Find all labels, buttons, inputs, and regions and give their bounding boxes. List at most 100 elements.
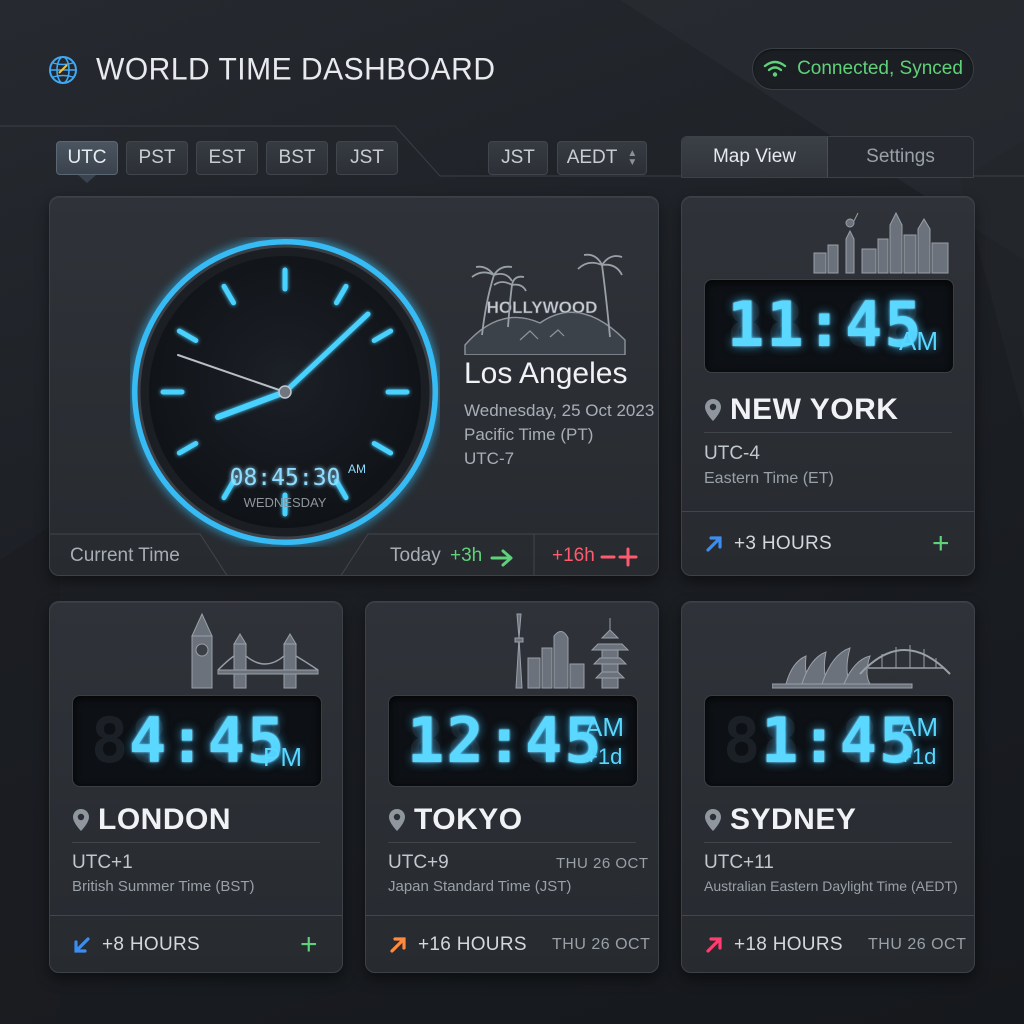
sydney-digital-display: 88:88 1:45 AM +1d [704, 695, 954, 787]
wifi-icon [763, 60, 787, 77]
london-zone: British Summer Time (BST) [72, 878, 255, 895]
london-title: LONDON [72, 803, 231, 837]
tz-label: JST [350, 147, 384, 168]
tz-button-est[interactable]: EST [196, 141, 258, 175]
add-button[interactable]: + [932, 529, 950, 559]
arrow-right-icon[interactable] [490, 549, 516, 567]
sydney-landmark-icon [772, 645, 951, 689]
new-york-ampm: AM [899, 326, 938, 356]
sydney-title: SYDNEY [704, 803, 856, 837]
location-pin-icon [705, 399, 721, 421]
tokyo-ampm: AM [585, 712, 624, 742]
hollywood-sign: HOLLYWOOD [487, 298, 598, 317]
sydney-utc: UTC+11 [704, 852, 774, 873]
new-york-name: NEW YORK [730, 393, 899, 426]
london-landmark-icon [191, 612, 319, 689]
tokyo-name: TOKYO [414, 803, 523, 836]
tokyo-offset: +16 HOURS [418, 934, 527, 955]
tokyo-zone: Japan Standard Time (JST) [388, 878, 572, 895]
tz-label: UTC [67, 147, 107, 168]
footer-divider [682, 511, 974, 512]
connection-status-badge[interactable]: Connected, Synced [752, 48, 974, 90]
page-title: WORLD TIME DASHBOARD [96, 52, 496, 87]
analog-digital-readout: 08:45:30 [230, 465, 341, 491]
location-pin-icon [705, 809, 721, 831]
main-utc: UTC-7 [464, 449, 515, 468]
today-label: Today [390, 545, 441, 566]
tz-label: PST [138, 147, 176, 168]
updown-arrows-icon: ▲ ▼ [627, 148, 638, 168]
tab-map-view[interactable]: Map View [682, 137, 828, 177]
tokyo-title: TOKYO [388, 803, 523, 837]
hollywood-illustration: HOLLYWOOD [464, 253, 626, 355]
zone-select-label: AEDT [566, 147, 618, 168]
new-york-zone: Eastern Time (ET) [704, 470, 834, 487]
zone-select-jst[interactable]: JST [488, 141, 548, 175]
separator [388, 842, 636, 843]
separator [72, 842, 320, 843]
arrow-up-right-icon [390, 937, 406, 953]
sydney-zone: Australian Eastern Daylight Time (AEDT) [704, 878, 958, 894]
tokyo-date: THU 26 OCT [556, 855, 649, 872]
main-date: Wednesday, 25 Oct 2023 [464, 401, 655, 420]
separator [704, 842, 952, 843]
sydney-name: SYDNEY [730, 803, 857, 836]
new-york-utc: UTC-4 [704, 443, 760, 464]
tz-button-jst[interactable]: JST [336, 141, 398, 175]
new-york-skyline-icon [813, 211, 949, 274]
zone-select-label: JST [501, 147, 535, 168]
sydney-day-shift: +1d [899, 744, 937, 769]
tokyo-footer-date: THU 26 OCT [552, 936, 651, 953]
main-zone: Pacific Time (PT) [464, 425, 594, 444]
tab-settings[interactable]: Settings [828, 137, 973, 177]
view-tabs: Map View Settings [681, 136, 974, 178]
london-ampm: PM [263, 742, 302, 772]
city-card-london: 88:88 4:45 PM LONDON UTC+1 British Summe… [49, 601, 343, 973]
tz-button-bst[interactable]: BST [266, 141, 328, 175]
sydney-offset: +18 HOURS [734, 934, 843, 955]
city-card-sydney: 88:88 1:45 AM +1d SYDNEY UTC+11 Australi… [681, 601, 975, 973]
arrow-up-right-icon [706, 536, 722, 552]
current-time-label: Current Time [70, 545, 180, 566]
tokyo-time: 12:45 [407, 704, 604, 777]
tokyo-landmark-icon [514, 613, 630, 689]
new-york-footer: +3 HOURS [682, 515, 974, 573]
analog-ampm: AM [348, 462, 366, 476]
tz-button-utc[interactable]: UTC [56, 141, 118, 175]
sydney-ampm: AM [899, 712, 938, 742]
selected-indicator [78, 175, 96, 183]
arrow-down-left-icon [74, 937, 90, 953]
tz-button-pst[interactable]: PST [126, 141, 188, 175]
analog-day-label: WEDNESDAY [244, 495, 327, 510]
analog-clock: 08:45:30 AM WEDNESDAY [132, 239, 438, 545]
london-name: LONDON [98, 803, 231, 836]
zone-select-aedt[interactable]: AEDT ▲ ▼ [557, 141, 647, 175]
tokyo-utc: UTC+9 [388, 852, 449, 873]
main-clock-card: 08:45:30 AM WEDNESDAY HOLLYWOOD Los Ange… [49, 196, 659, 576]
tokyo-day-shift: +1d [585, 744, 623, 769]
sydney-time: 1:45 [761, 704, 919, 777]
tokyo-digital-display: 88:88 12:45 AM +1d [388, 695, 638, 787]
tz-label: BST [278, 147, 316, 168]
new-york-title: NEW YORK [704, 393, 898, 427]
minus-plus-icon[interactable] [600, 547, 640, 567]
city-card-tokyo: 88:88 12:45 AM +1d TOKYO UTC+9 THU 26 OC… [365, 601, 659, 973]
add-button[interactable]: + [300, 930, 318, 960]
location-pin-icon [73, 809, 89, 831]
london-utc: UTC+1 [72, 852, 133, 873]
new-york-offset: +3 HOURS [734, 533, 832, 554]
future-offset: +16h [552, 545, 595, 566]
city-card-new-york: 88:88 11:45 AM NEW YORK UTC-4 Eastern Ti… [681, 196, 975, 576]
new-york-digital-display: 88:88 11:45 AM [704, 279, 954, 373]
london-digital-display: 88:88 4:45 PM [72, 695, 322, 787]
london-offset: +8 HOURS [102, 934, 200, 955]
status-text: Connected, Synced [797, 58, 963, 79]
today-offset: +3h [450, 545, 483, 566]
app-header: WORLD TIME DASHBOARD [48, 48, 496, 92]
main-city-name: Los Angeles [464, 357, 628, 390]
sydney-footer-date: THU 26 OCT [868, 936, 967, 953]
arrow-up-right-icon [706, 937, 722, 953]
tz-label: EST [208, 147, 246, 168]
new-york-time: 11:45 [727, 288, 924, 361]
separator [704, 432, 952, 433]
